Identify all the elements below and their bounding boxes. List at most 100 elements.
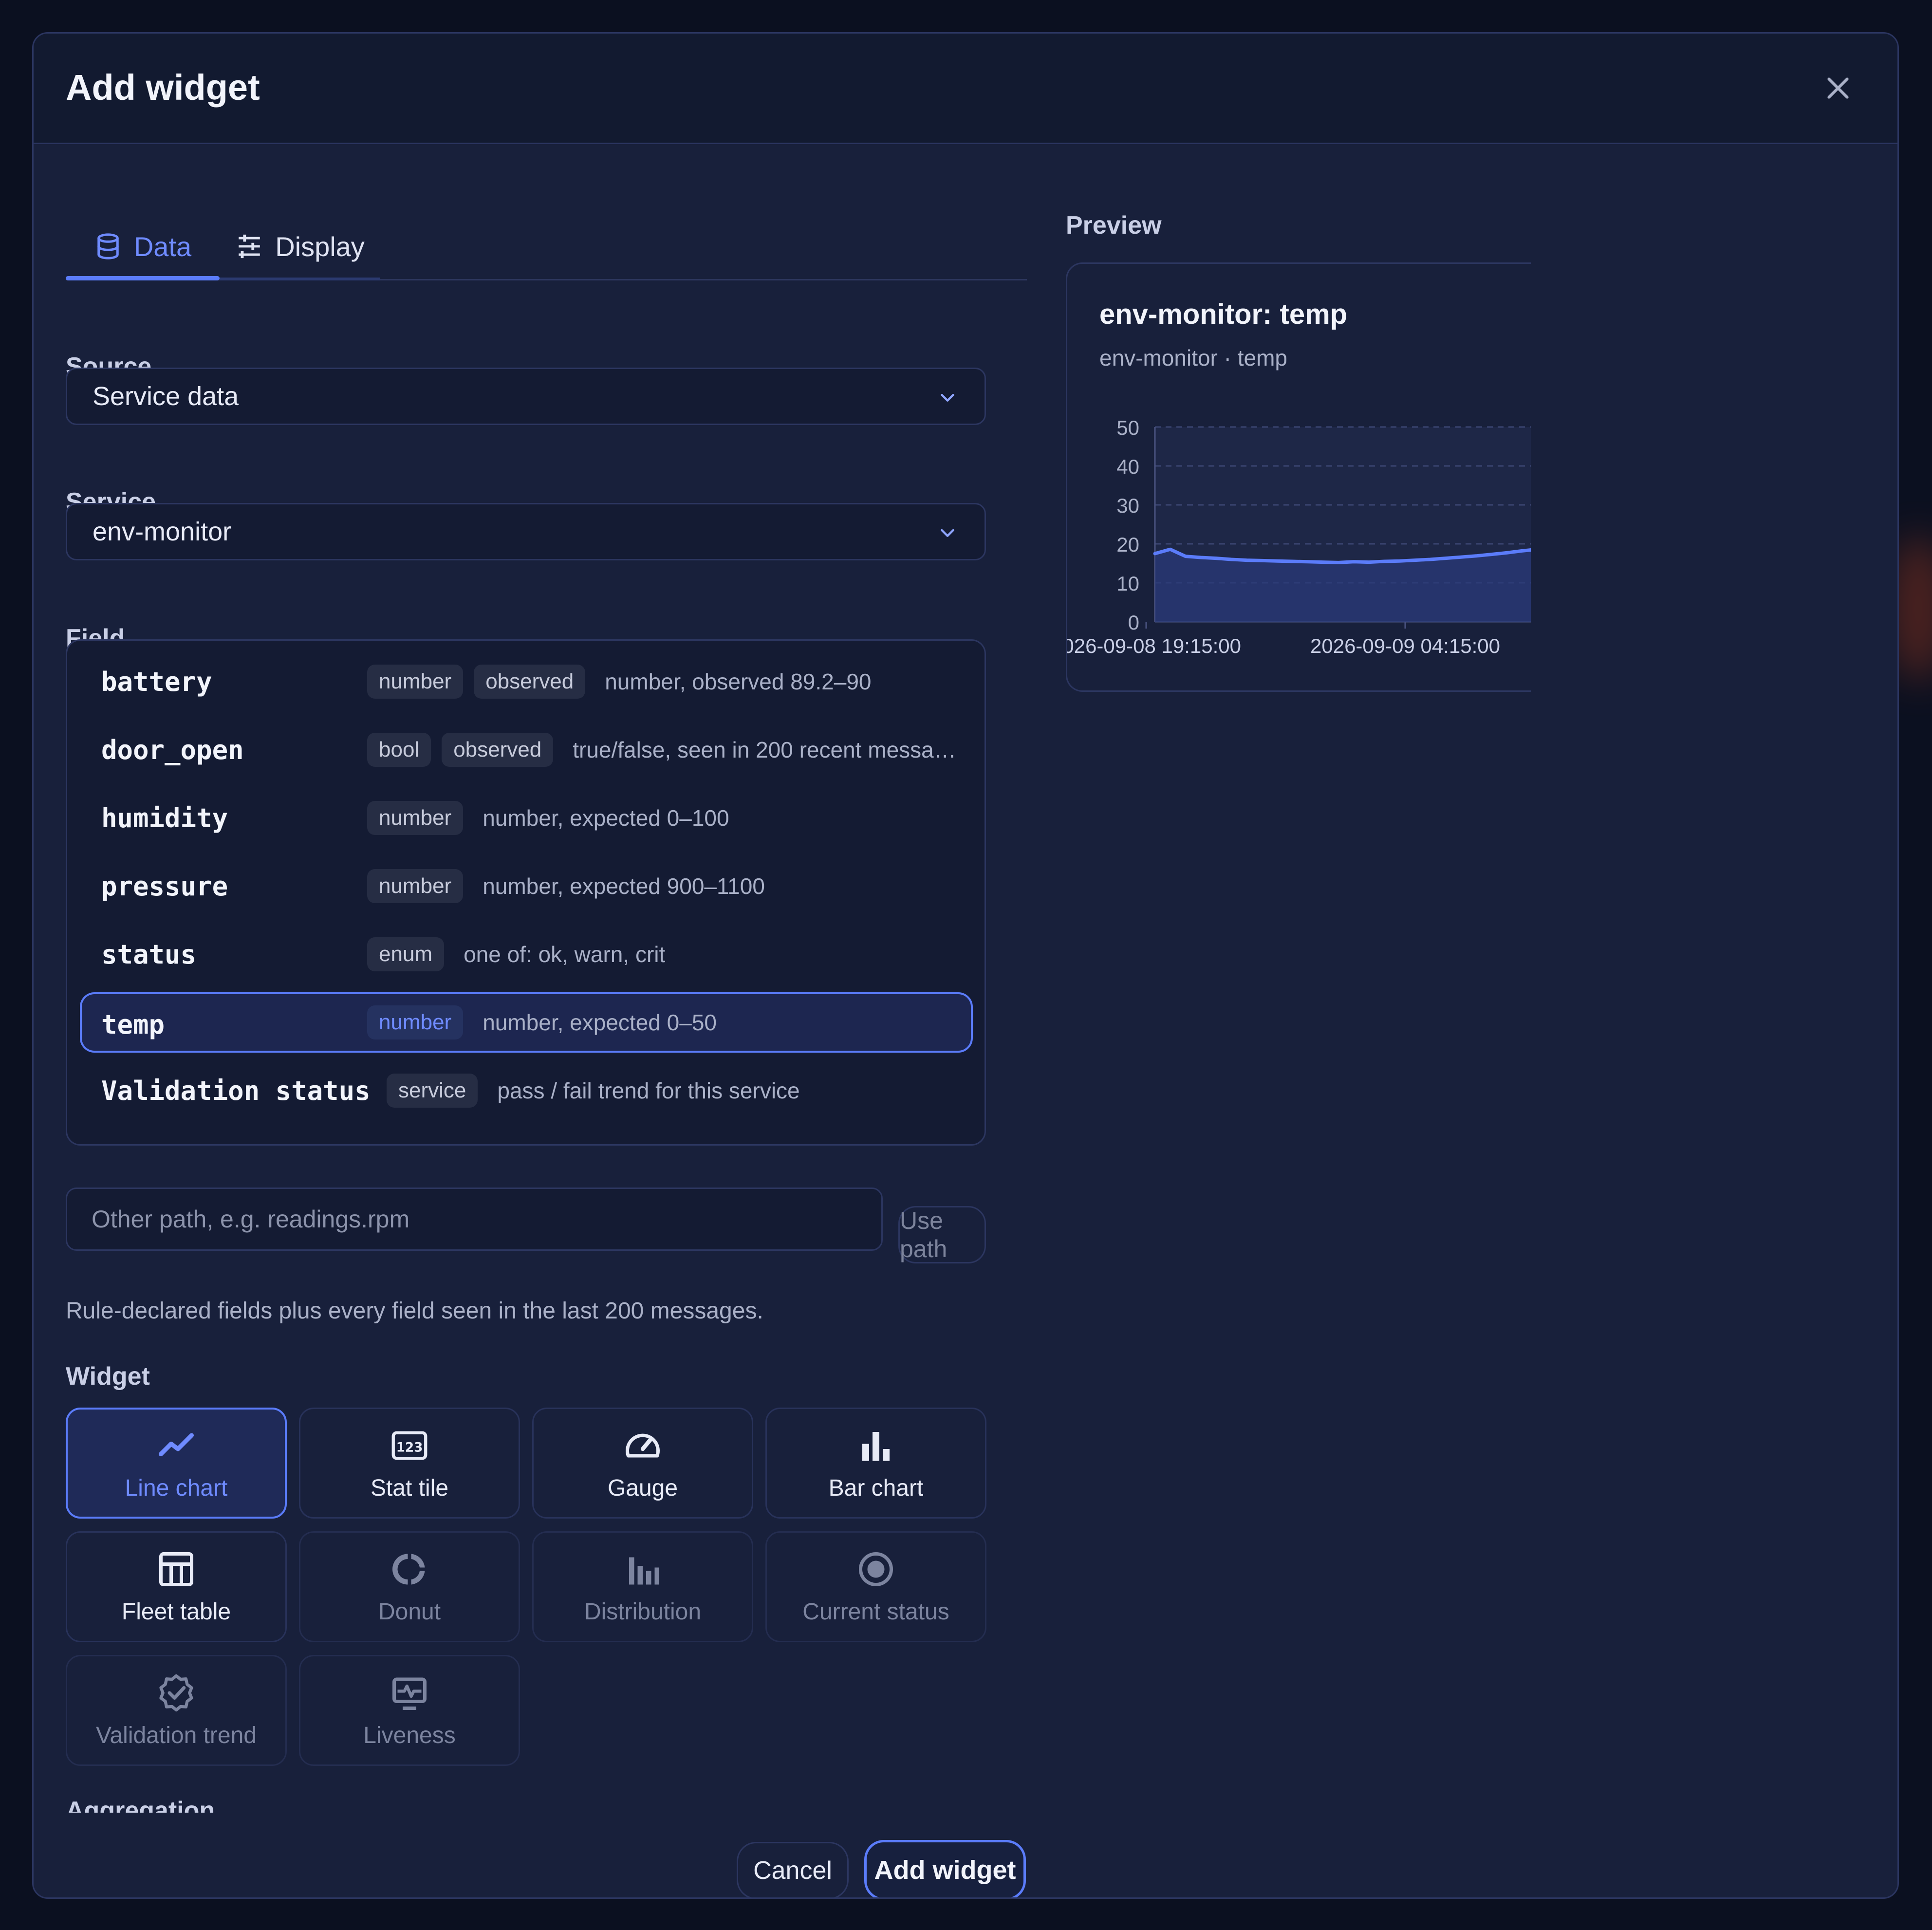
add-widget-dialog: Add widget Data Display Source Service d… bbox=[32, 32, 1899, 1899]
field-row-status[interactable]: status enum one of: ok, warn, crit bbox=[80, 924, 973, 984]
chevron-down-icon bbox=[941, 393, 954, 402]
monitor-pulse-icon bbox=[392, 1677, 427, 1710]
bar-chart-icon bbox=[862, 1431, 890, 1461]
donut-icon bbox=[392, 1554, 425, 1584]
field-name: door_open bbox=[101, 734, 244, 765]
radio-dot-icon bbox=[859, 1552, 893, 1586]
widget-option-fleet-table[interactable]: Fleet table bbox=[66, 1531, 287, 1642]
field-row-humidity[interactable]: humidity number number, expected 0–100 bbox=[80, 788, 973, 848]
field-name: status bbox=[101, 939, 197, 970]
field-name: humidity bbox=[101, 802, 228, 834]
source-select-value: Service data bbox=[93, 382, 239, 411]
close-button[interactable] bbox=[1822, 73, 1854, 104]
field-description: pass / fail trend for this service bbox=[497, 1078, 800, 1103]
service-select-value: env-monitor bbox=[93, 517, 232, 546]
type-badge: number bbox=[367, 869, 464, 903]
field-list: battery number observed number, observed… bbox=[66, 639, 986, 1146]
widget-option-label: Liveness bbox=[363, 1722, 456, 1748]
y-tick-label: 40 bbox=[1116, 455, 1139, 478]
other-path-input[interactable]: Other path, e.g. readings.rpm bbox=[66, 1188, 883, 1251]
y-tick-label: 50 bbox=[1116, 416, 1139, 439]
x-tick-label: 2026-09-08 19:15:00 bbox=[1067, 634, 1241, 657]
field-description: true/false, seen in 200 recent messa… bbox=[573, 737, 956, 762]
y-tick-label: 20 bbox=[1116, 533, 1139, 556]
field-row-validation-status[interactable]: Validation status service pass / fail tr… bbox=[80, 1060, 973, 1121]
widget-option-liveness[interactable]: Liveness bbox=[299, 1655, 520, 1766]
tab-bar: Data Display bbox=[66, 214, 1027, 280]
tab-display[interactable]: Display bbox=[220, 214, 380, 280]
preview-card: env-monitor: temp env-monitor · temp 0 10… bbox=[1066, 262, 1531, 692]
widget-option-bar-chart[interactable]: Bar chart bbox=[765, 1408, 986, 1519]
widget-option-label: Fleet table bbox=[121, 1598, 231, 1625]
line-chart-icon bbox=[158, 1432, 194, 1456]
type-badge: number bbox=[367, 1005, 464, 1039]
field-description: one of: ok, warn, crit bbox=[464, 942, 666, 967]
service-select[interactable]: env-monitor bbox=[66, 503, 986, 560]
distribution-icon bbox=[629, 1557, 659, 1584]
preview-line-chart: 0 10 20 30 40 50 2026-09-08 19:15:00 2026-09-09… bbox=[1067, 416, 1531, 657]
field-row-door-open[interactable]: door_open bool observed true/false, seen… bbox=[80, 720, 973, 780]
widget-option-current-status[interactable]: Current status bbox=[765, 1531, 986, 1642]
tab-display-label: Display bbox=[275, 231, 365, 262]
field-name: Validation status bbox=[101, 1075, 371, 1106]
widget-option-label: Line chart bbox=[125, 1475, 228, 1501]
widget-option-donut[interactable]: Donut bbox=[299, 1531, 520, 1642]
preview-label: Preview bbox=[1066, 211, 1162, 240]
field-row-battery[interactable]: battery number observed number, observed… bbox=[80, 651, 973, 712]
widget-label: Widget bbox=[66, 1362, 150, 1391]
y-tick-label: 10 bbox=[1116, 572, 1139, 595]
aggregation-label-text: Aggregation bbox=[66, 1797, 215, 1813]
gauge-icon bbox=[626, 1433, 660, 1457]
field-name: battery bbox=[101, 666, 212, 697]
use-path-button[interactable]: Use path bbox=[898, 1206, 986, 1263]
dialog-header: Add widget bbox=[34, 34, 1897, 144]
source-select[interactable]: Service data bbox=[66, 368, 986, 425]
widget-option-line-chart[interactable]: Line chart bbox=[66, 1408, 287, 1519]
cancel-button[interactable]: Cancel bbox=[737, 1842, 849, 1897]
observed-badge: observed bbox=[442, 733, 554, 767]
table-icon bbox=[159, 1552, 193, 1586]
field-description: number, expected 0–100 bbox=[483, 805, 729, 831]
observed-badge: observed bbox=[474, 665, 586, 699]
widget-option-label: Gauge bbox=[607, 1475, 678, 1501]
field-description: number, expected 0–50 bbox=[483, 1010, 717, 1035]
dialog-title: Add widget bbox=[66, 67, 260, 108]
other-path-placeholder: Other path, e.g. readings.rpm bbox=[92, 1206, 410, 1233]
widget-option-label: Validation trend bbox=[96, 1722, 257, 1748]
add-widget-button[interactable]: Add widget bbox=[864, 1840, 1026, 1897]
field-row-pressure[interactable]: pressure number number, expected 900–110… bbox=[80, 856, 973, 916]
y-tick-label: 30 bbox=[1116, 494, 1139, 517]
field-description: number, expected 900–1100 bbox=[483, 873, 765, 899]
y-tick-label: 0 bbox=[1128, 611, 1139, 634]
tab-data-label: Data bbox=[133, 231, 192, 262]
type-badge: number bbox=[367, 665, 464, 699]
type-badge: service bbox=[387, 1074, 478, 1108]
widget-option-stat-tile[interactable]: 123 Stat tile bbox=[299, 1408, 520, 1519]
field-row-temp[interactable]: temp number number, expected 0–50 bbox=[80, 992, 973, 1053]
close-icon bbox=[1827, 77, 1849, 99]
type-badge: enum bbox=[367, 937, 445, 971]
aggregation-label: Aggregation bbox=[66, 1796, 215, 1813]
widget-option-label: Current status bbox=[802, 1598, 949, 1625]
type-badge: bool bbox=[367, 733, 431, 767]
tab-data[interactable]: Data bbox=[66, 214, 220, 280]
sliders-icon bbox=[239, 234, 260, 259]
x-tick-label: 2026-09-09 04:15:00 bbox=[1310, 634, 1500, 657]
field-hint: Rule-declared fields plus every field se… bbox=[66, 1298, 763, 1324]
widget-option-distribution[interactable]: Distribution bbox=[532, 1531, 753, 1642]
database-icon bbox=[97, 233, 119, 260]
verified-badge-icon bbox=[159, 1674, 193, 1711]
svg-text:123: 123 bbox=[396, 1440, 423, 1455]
field-name: pressure bbox=[101, 871, 228, 902]
stat-123-icon: 123 bbox=[391, 1431, 427, 1460]
widget-option-gauge[interactable]: Gauge bbox=[532, 1408, 753, 1519]
field-description: number, observed 89.2–90 bbox=[605, 669, 872, 694]
widget-option-label: Distribution bbox=[584, 1598, 702, 1625]
widget-option-label: Stat tile bbox=[370, 1475, 449, 1501]
chevron-down-icon bbox=[941, 529, 954, 537]
widget-option-label: Donut bbox=[378, 1598, 441, 1625]
widget-option-validation-trend[interactable]: Validation trend bbox=[66, 1655, 287, 1766]
widget-option-label: Bar chart bbox=[828, 1475, 924, 1501]
type-badge: number bbox=[367, 801, 464, 835]
field-name: temp bbox=[101, 1009, 165, 1040]
